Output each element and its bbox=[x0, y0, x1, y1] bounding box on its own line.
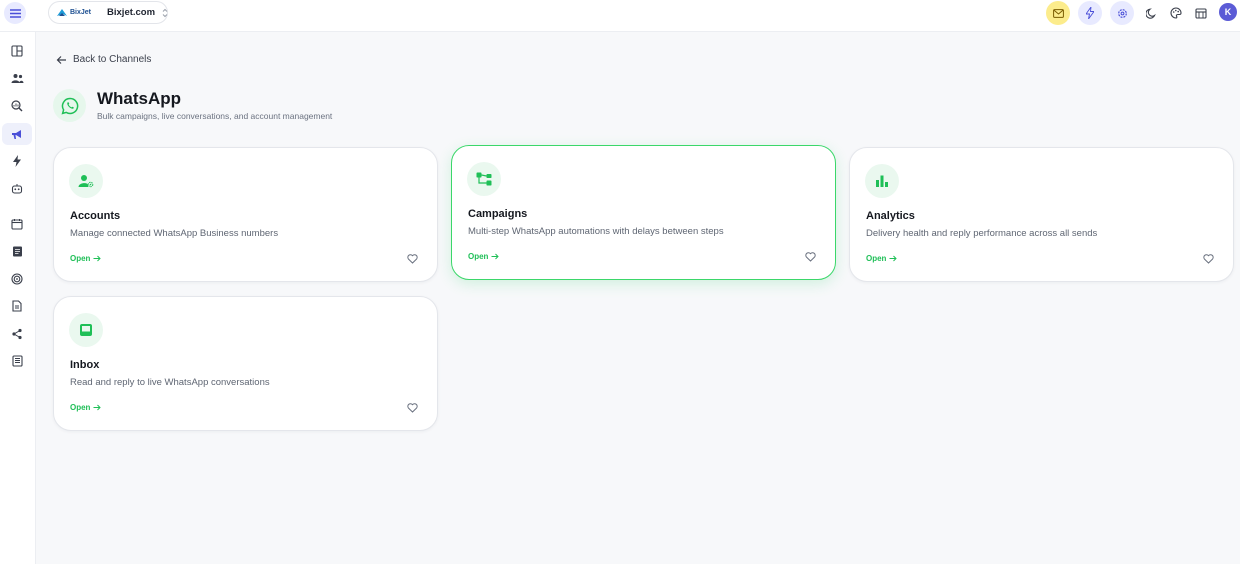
settings-icon bbox=[1117, 8, 1127, 18]
arrow-right-icon bbox=[491, 253, 500, 260]
workflow-icon bbox=[476, 172, 492, 186]
bot-icon bbox=[11, 184, 23, 194]
back-to-channels-link[interactable]: Back to Channels bbox=[56, 54, 151, 65]
card-icon-container bbox=[467, 162, 501, 196]
arrow-right-icon bbox=[93, 255, 102, 262]
sidebar bbox=[0, 32, 36, 564]
card-analytics[interactable]: Analytics Delivery health and reply perf… bbox=[849, 147, 1234, 282]
sidebar-item-users[interactable] bbox=[2, 67, 32, 89]
user-settings-icon bbox=[78, 175, 94, 188]
page-subtitle: Bulk campaigns, live conversations, and … bbox=[97, 111, 333, 121]
arrow-right-icon bbox=[93, 404, 102, 411]
sidebar-item-calendar[interactable] bbox=[2, 213, 32, 235]
sidebar-item-campaigns[interactable] bbox=[2, 123, 32, 145]
card-title: Accounts bbox=[70, 210, 121, 222]
favorite-button[interactable] bbox=[1201, 252, 1215, 266]
favorite-button[interactable] bbox=[405, 252, 419, 266]
card-title: Campaigns bbox=[468, 208, 528, 220]
favorite-button[interactable] bbox=[803, 250, 817, 264]
settings-button[interactable] bbox=[1110, 1, 1134, 25]
megaphone-icon bbox=[12, 129, 21, 139]
whatsapp-icon bbox=[61, 97, 78, 114]
heart-icon bbox=[406, 403, 418, 413]
open-label: Open bbox=[468, 252, 489, 261]
palette-button[interactable] bbox=[1164, 1, 1188, 25]
dashboard-icon bbox=[11, 45, 23, 57]
store-icon bbox=[1195, 7, 1207, 19]
sidebar-item-documents[interactable] bbox=[2, 295, 32, 317]
mail-icon bbox=[1052, 8, 1064, 18]
heart-icon bbox=[1202, 254, 1214, 264]
sidebar-item-receipts[interactable] bbox=[2, 350, 32, 372]
receipt-icon bbox=[11, 355, 23, 367]
card-description: Manage connected WhatsApp Business numbe… bbox=[70, 228, 279, 239]
sidebar-item-clipboard[interactable] bbox=[2, 240, 32, 262]
card-description: Read and reply to live WhatsApp conversa… bbox=[70, 377, 270, 388]
moon-icon bbox=[1145, 7, 1156, 19]
heart-icon bbox=[804, 252, 816, 262]
card-accounts[interactable]: Accounts Manage connected WhatsApp Busin… bbox=[53, 147, 438, 282]
target-icon bbox=[11, 273, 23, 285]
bar-chart-icon bbox=[876, 175, 888, 187]
share-icon bbox=[12, 328, 22, 340]
brand-logo-text: BixJet bbox=[70, 9, 92, 16]
whatsapp-channel-icon bbox=[53, 89, 86, 122]
card-description: Delivery health and reply performance ac… bbox=[866, 228, 1098, 239]
card-icon-container bbox=[865, 164, 899, 198]
card-icon-container bbox=[69, 313, 103, 347]
lightning-icon bbox=[1086, 7, 1094, 19]
quick-actions-button[interactable] bbox=[1078, 1, 1102, 25]
open-link[interactable]: Open bbox=[70, 254, 102, 263]
brand-logo: BixJet bbox=[56, 8, 91, 18]
open-link[interactable]: Open bbox=[866, 254, 898, 263]
arrow-right-icon bbox=[889, 255, 898, 262]
card-title: Analytics bbox=[866, 210, 915, 222]
page-title: WhatsApp bbox=[97, 89, 182, 108]
search-analytics-icon bbox=[11, 100, 23, 112]
card-description: Multi-step WhatsApp automations with del… bbox=[468, 226, 724, 237]
sidebar-item-dashboard[interactable] bbox=[2, 40, 32, 62]
arrow-left-icon bbox=[56, 55, 66, 64]
chevron-updown-icon bbox=[162, 8, 168, 18]
open-link[interactable]: Open bbox=[70, 403, 102, 412]
top-bar: BixJet Bixjet.com K bbox=[0, 0, 1240, 32]
palette-icon bbox=[1170, 7, 1182, 19]
bixjet-logo-icon bbox=[57, 8, 67, 16]
sidebar-item-share[interactable] bbox=[2, 323, 32, 345]
open-link[interactable]: Open bbox=[468, 252, 500, 261]
theme-toggle-button[interactable] bbox=[1139, 1, 1163, 25]
workspace-name: Bixjet.com bbox=[107, 7, 156, 18]
menu-button[interactable] bbox=[4, 2, 26, 24]
card-inbox[interactable]: Inbox Read and reply to live WhatsApp co… bbox=[53, 296, 438, 431]
sidebar-item-bot[interactable] bbox=[2, 178, 32, 200]
back-link-label: Back to Channels bbox=[73, 54, 152, 65]
lightning-icon bbox=[13, 155, 21, 167]
open-label: Open bbox=[70, 254, 91, 263]
favorite-button[interactable] bbox=[405, 401, 419, 415]
store-button[interactable] bbox=[1189, 1, 1213, 25]
card-title: Inbox bbox=[70, 359, 100, 371]
sidebar-item-target[interactable] bbox=[2, 268, 32, 290]
calendar-icon bbox=[11, 219, 23, 230]
workspace-switcher[interactable]: BixJet Bixjet.com bbox=[48, 1, 168, 24]
card-icon-container bbox=[69, 164, 103, 198]
sidebar-item-search-analytics[interactable] bbox=[2, 95, 32, 117]
hamburger-icon bbox=[9, 8, 21, 18]
sidebar-item-automations[interactable] bbox=[2, 150, 32, 172]
document-icon bbox=[12, 300, 22, 312]
inbox-icon bbox=[80, 324, 92, 336]
clipboard-icon bbox=[12, 246, 22, 257]
open-label: Open bbox=[866, 254, 887, 263]
users-icon bbox=[11, 73, 23, 83]
user-avatar[interactable]: K bbox=[1219, 3, 1237, 21]
heart-icon bbox=[406, 254, 418, 264]
mail-button[interactable] bbox=[1046, 1, 1070, 25]
open-label: Open bbox=[70, 403, 91, 412]
card-campaigns[interactable]: Campaigns Multi-step WhatsApp automation… bbox=[451, 145, 836, 280]
